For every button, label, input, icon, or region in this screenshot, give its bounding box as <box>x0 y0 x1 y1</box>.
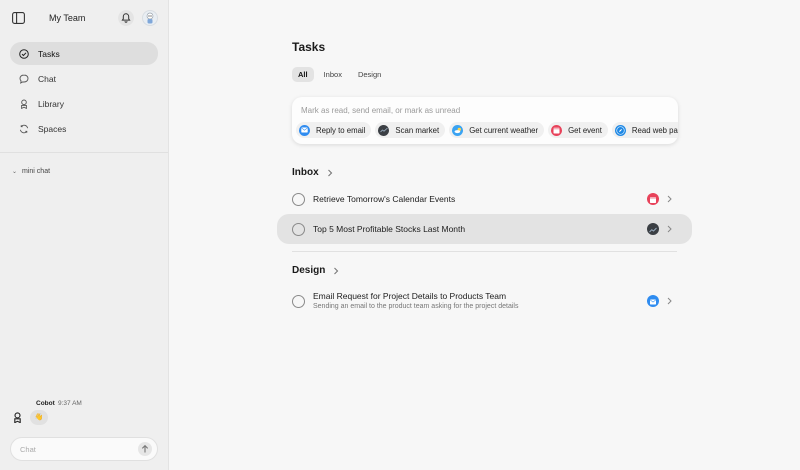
chevron-down-icon: ⌄ <box>12 169 18 175</box>
chip-label: Reply to email <box>316 125 366 135</box>
chip-label: Scan market <box>395 125 440 135</box>
mail-app-icon <box>299 124 310 136</box>
cobot-message: Cobot 9:37 AM 👋 <box>12 398 162 430</box>
sidebar-item-label: Chat <box>38 73 56 84</box>
main-panel: Tasks All Inbox Design Reply to email Sc… <box>169 0 800 470</box>
sidebar-item-label: Spaces <box>38 124 67 135</box>
sidebar-item-library[interactable]: Library <box>10 93 158 116</box>
cobot-message-bubble: 👋 <box>30 410 48 425</box>
task-title: Email Request for Project Details to Pro… <box>313 291 507 301</box>
task-complete-checkbox[interactable] <box>292 192 305 206</box>
cobot-bot-icon <box>14 412 21 423</box>
task-complete-checkbox[interactable] <box>292 294 305 308</box>
chevron-right-icon <box>667 297 672 305</box>
sidebar-nav: Tasks Chat Library Spaces <box>10 42 158 143</box>
task-row[interactable]: Email Request for Project Details to Pro… <box>277 286 692 316</box>
send-button[interactable] <box>138 442 152 456</box>
mini-chat-label: mini chat <box>22 168 51 175</box>
task-row[interactable]: Top 5 Most Profitable Stocks Last Month <box>277 214 692 244</box>
stocks-app-icon <box>647 223 659 235</box>
section-header-inbox[interactable]: Inbox <box>292 167 333 178</box>
sidebar-item-label: Tasks <box>38 48 60 59</box>
sidebar-divider <box>0 152 168 153</box>
safari-app-icon <box>614 124 626 136</box>
chip-get-current-weather[interactable]: Get current weather <box>449 122 545 138</box>
filter-tabs: All Inbox Design <box>292 67 391 82</box>
tab-inbox[interactable]: Inbox <box>318 67 348 82</box>
spaces-icon <box>19 125 29 134</box>
chip-reply-to-email[interactable]: Reply to email <box>296 122 372 138</box>
chat-bubble-icon <box>19 74 29 84</box>
chip-label: Get event <box>568 125 602 135</box>
sidebar: My Team Tasks Chat Library Spaces ⌄ mini… <box>0 0 169 470</box>
team-name[interactable]: My Team <box>49 13 85 23</box>
command-input[interactable] <box>301 104 661 117</box>
avatar[interactable] <box>142 10 158 26</box>
cobot-timestamp: 9:37 AM <box>58 400 82 407</box>
task-title: Retrieve Tomorrow's Calendar Events <box>313 194 456 204</box>
bell-icon[interactable] <box>118 10 134 26</box>
sidebar-toggle-icon[interactable] <box>12 12 25 24</box>
arrow-up-icon <box>141 444 149 453</box>
chip-get-event[interactable]: Get event <box>548 122 608 138</box>
section-divider <box>292 251 677 252</box>
weather-app-icon <box>452 124 464 136</box>
calendar-app-icon <box>647 193 659 205</box>
mini-chat-box <box>10 437 158 461</box>
chevron-right-icon <box>327 169 332 176</box>
chip-label: Get current weather <box>469 125 539 135</box>
mini-chat-input[interactable] <box>20 443 130 456</box>
sidebar-header: My Team <box>0 0 168 38</box>
task-row[interactable]: Retrieve Tomorrow's Calendar Events <box>277 184 692 214</box>
chip-scan-market[interactable]: Scan market <box>375 122 446 138</box>
library-icon <box>21 99 27 110</box>
task-title: Top 5 Most Profitable Stocks Last Month <box>313 224 466 234</box>
stocks-app-icon <box>378 124 390 136</box>
tab-design[interactable]: Design <box>352 67 387 82</box>
chevron-right-icon <box>334 267 339 274</box>
chip-read-web-page[interactable]: Read web page <box>611 122 678 138</box>
section-title: Inbox <box>292 167 319 178</box>
mini-chat-toggle[interactable]: ⌄ mini chat <box>12 168 50 175</box>
sidebar-item-label: Library <box>38 99 64 110</box>
sidebar-item-chat[interactable]: Chat <box>10 67 158 90</box>
chip-label: Read web page <box>631 125 678 135</box>
chevron-right-icon <box>667 225 672 233</box>
command-composer: Reply to email Scan market Get current w… <box>292 97 678 144</box>
sidebar-item-tasks[interactable]: Tasks <box>10 42 158 65</box>
chevron-right-icon <box>667 195 672 203</box>
tab-all[interactable]: All <box>292 67 314 82</box>
cobot-name: Cobot <box>36 400 55 407</box>
suggestion-chips: Reply to email Scan market Get current w… <box>296 122 678 138</box>
calendar-app-icon <box>551 124 563 136</box>
page-title: Tasks <box>292 40 326 54</box>
robot-avatar-icon <box>146 12 154 24</box>
section-title: Design <box>292 265 326 276</box>
check-circle-icon <box>19 48 29 59</box>
task-complete-checkbox[interactable] <box>292 222 305 236</box>
mail-app-icon <box>647 295 659 307</box>
task-subtitle: Sending an email to the product team ask… <box>313 303 519 310</box>
sidebar-item-spaces[interactable]: Spaces <box>10 118 158 141</box>
section-header-design[interactable]: Design <box>292 265 339 276</box>
